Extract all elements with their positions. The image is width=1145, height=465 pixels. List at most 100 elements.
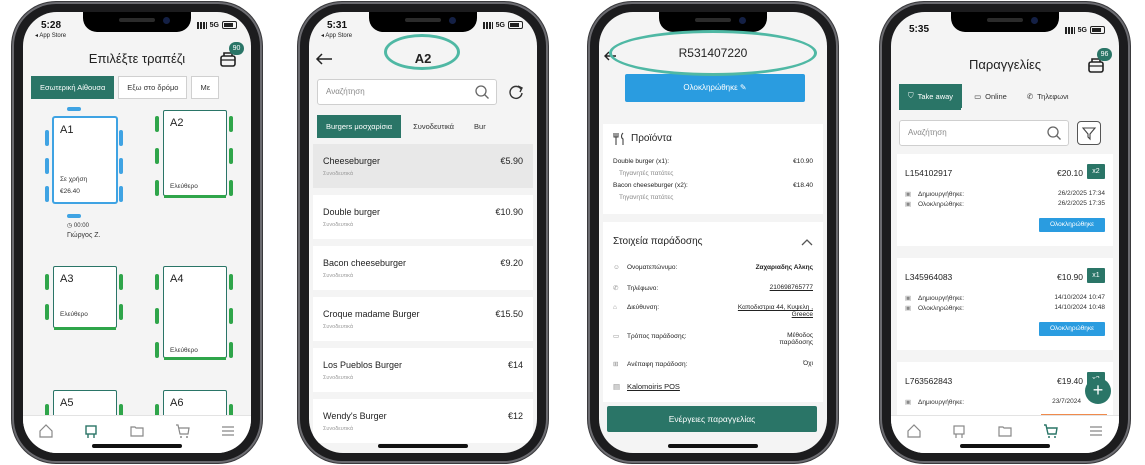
chair xyxy=(45,158,49,174)
chair xyxy=(229,342,233,358)
table-a1[interactable]: A1 Σε χρήση €26.40 xyxy=(53,117,117,203)
tab-outdoor[interactable]: Εξω στο δρόμο xyxy=(118,76,188,99)
signal-icon xyxy=(1064,26,1075,34)
nav-cart[interactable] xyxy=(172,422,194,440)
order-card[interactable]: L345964083 €10.90 x1 ▣ Δημιουργήθηκε: 14/1… xyxy=(897,258,1113,350)
status-button[interactable]: Ολοκληρώθηκε xyxy=(1039,322,1105,336)
phone-icon: ✆ xyxy=(1026,91,1034,101)
chair xyxy=(155,148,159,164)
order-card[interactable]: L763562843 €19.40 x2 ▣Δημιουργήθηκε:23/7… xyxy=(897,362,1113,418)
quantity-badge: x1 xyxy=(1087,268,1105,283)
product-item[interactable]: Cheeseburger Συνοδευτικά €5.90 xyxy=(313,144,533,188)
tab-beef-burgers[interactable]: Burgers μοσχαρίσια xyxy=(317,115,402,138)
order-item-side: Τηγανητές πατάτες xyxy=(619,194,674,201)
nav-tables[interactable] xyxy=(80,422,102,440)
cart-button[interactable]: 96 xyxy=(1085,48,1112,76)
nav-menu[interactable] xyxy=(1085,422,1107,440)
filter-icon xyxy=(1081,127,1097,141)
home-icon xyxy=(39,423,53,438)
table-waiter: Γιώργος Ζ. xyxy=(67,232,101,239)
network-label: 5G xyxy=(495,21,505,29)
order-type-tabs: ⛉ Take away ▭ Online ✆ Τηλεφωνι xyxy=(899,84,1119,108)
delivery-section: Στοιχεία παράδοσης ☺ Ονοματεπώνυμο: Ζαχαρι… xyxy=(603,222,823,402)
nav-tables[interactable] xyxy=(948,422,970,440)
back-to-app-store-link[interactable]: ◂ App Store xyxy=(35,32,66,39)
tab-more[interactable]: Bur xyxy=(466,115,494,138)
nav-folder[interactable] xyxy=(126,422,148,440)
header: Επιλέξτε τραπέζι 90 xyxy=(23,42,251,74)
product-item[interactable]: Los Pueblos Burger Συνοδευτικά €14 xyxy=(313,348,533,392)
search-input[interactable]: Αναζήτηση xyxy=(317,79,497,105)
filter-button[interactable] xyxy=(1077,121,1101,145)
status-time: 5:31 xyxy=(327,20,348,31)
order-card[interactable]: L154102917 €20.10 x2 ▣ Δημιουργήθηκε: 26/2… xyxy=(897,154,1113,246)
table-a2[interactable]: A2 Ελεύθερο xyxy=(163,110,227,198)
search-icon xyxy=(1047,126,1061,140)
chair xyxy=(119,274,123,290)
back-arrow-icon[interactable] xyxy=(315,52,333,66)
nav-home[interactable] xyxy=(903,422,925,440)
table-a3[interactable]: A3 Ελεύθερο xyxy=(53,266,117,330)
address-icon: ⌂ xyxy=(613,304,617,311)
battery-icon xyxy=(1090,26,1105,34)
battery-icon xyxy=(508,21,523,29)
product-item[interactable]: Double burger Συνοδευτικά €10.90 xyxy=(313,195,533,239)
tab-more[interactable]: Με xyxy=(191,76,220,99)
chair xyxy=(229,274,233,290)
calendar-icon: ▣ xyxy=(905,295,912,302)
table-amount: €26.40 xyxy=(60,188,80,195)
product-item[interactable]: Bacon cheeseburger Συνοδευτικά €9.20 xyxy=(313,246,533,290)
chair xyxy=(229,116,233,132)
order-item: Double burger (x1): €10.90 xyxy=(613,158,813,165)
bag-icon: ⛉ xyxy=(908,91,914,100)
table-name: A3 xyxy=(60,273,74,285)
phone-icon: ✆ xyxy=(613,285,619,292)
table-status: Ελεύθερο xyxy=(60,311,88,318)
table-a4[interactable]: A4 Ελεύθερο xyxy=(163,266,227,360)
order-number-title: R531407220 xyxy=(678,46,748,60)
search-icon xyxy=(475,85,489,99)
nav-cart[interactable] xyxy=(1040,422,1062,440)
search-input[interactable]: Αναζήτηση xyxy=(899,120,1069,146)
status-time: 5:28 xyxy=(41,20,62,31)
delivery-field: ✆ Τηλέφωνο: 210698765777 xyxy=(613,284,813,292)
chair xyxy=(155,308,159,324)
delivery-field: ☺ Ονοματεπώνυμο: Ζαχαριαδης Αλκης xyxy=(613,264,813,271)
cart-button[interactable]: 90 xyxy=(217,42,244,70)
monitor-icon: ▭ xyxy=(974,91,982,101)
nav-home[interactable] xyxy=(35,422,57,440)
order-item-side: Τηγανητές πατάτες xyxy=(619,170,674,177)
active-tab-underline xyxy=(899,108,961,110)
products-title: Προϊόντα xyxy=(631,133,672,144)
add-order-button[interactable]: + xyxy=(1085,378,1111,404)
table-name: A1 xyxy=(60,124,74,136)
shopping-cart-icon xyxy=(1043,423,1058,438)
chevron-up-icon[interactable] xyxy=(801,238,813,246)
back-to-app-store-link[interactable]: ◂ App Store xyxy=(321,32,352,39)
folder-icon xyxy=(998,425,1012,437)
page-title: A2 xyxy=(414,51,432,66)
chair xyxy=(45,304,49,320)
quantity-badge: x2 xyxy=(1087,164,1105,179)
tab-sides[interactable]: Συνοδευτικά xyxy=(405,115,462,138)
nav-folder[interactable] xyxy=(994,422,1016,440)
pos-link[interactable]: Kalomoiris POS xyxy=(627,382,680,391)
home-indicator xyxy=(960,444,1050,448)
refresh-icon[interactable] xyxy=(507,83,525,101)
product-item[interactable]: Croque madame Burger Συνοδευτικά €15.50 xyxy=(313,297,533,341)
nav-menu[interactable] xyxy=(217,422,239,440)
status-button[interactable]: Ολοκληρώθηκε xyxy=(1039,218,1105,232)
tab-take-away[interactable]: ⛉ Take away xyxy=(899,84,963,108)
calendar-icon: ▣ xyxy=(905,399,912,406)
delivery-title: Στοιχεία παράδοσης xyxy=(613,236,703,247)
chair xyxy=(67,107,81,111)
pos-link-row: ▤ Kalomoiris POS xyxy=(613,382,813,391)
order-completed-button[interactable]: Ολοκληρώθηκε ✎ xyxy=(625,74,805,102)
tab-online[interactable]: ▭ Online xyxy=(966,84,1015,108)
home-indicator xyxy=(378,444,468,448)
tab-phone[interactable]: ✆ Τηλεφωνι xyxy=(1019,84,1077,108)
screen: R531407220 Ολοκληρώθηκε ✎ Προϊόντα Doubl… xyxy=(599,12,827,453)
product-item[interactable]: Wendy's Burger Συνοδευτικά €12 xyxy=(313,399,533,443)
tab-indoor[interactable]: Εσωτερική Αίθουσα xyxy=(31,76,115,99)
order-actions-button[interactable]: Ενέργειες παραγγελίας xyxy=(607,406,817,432)
